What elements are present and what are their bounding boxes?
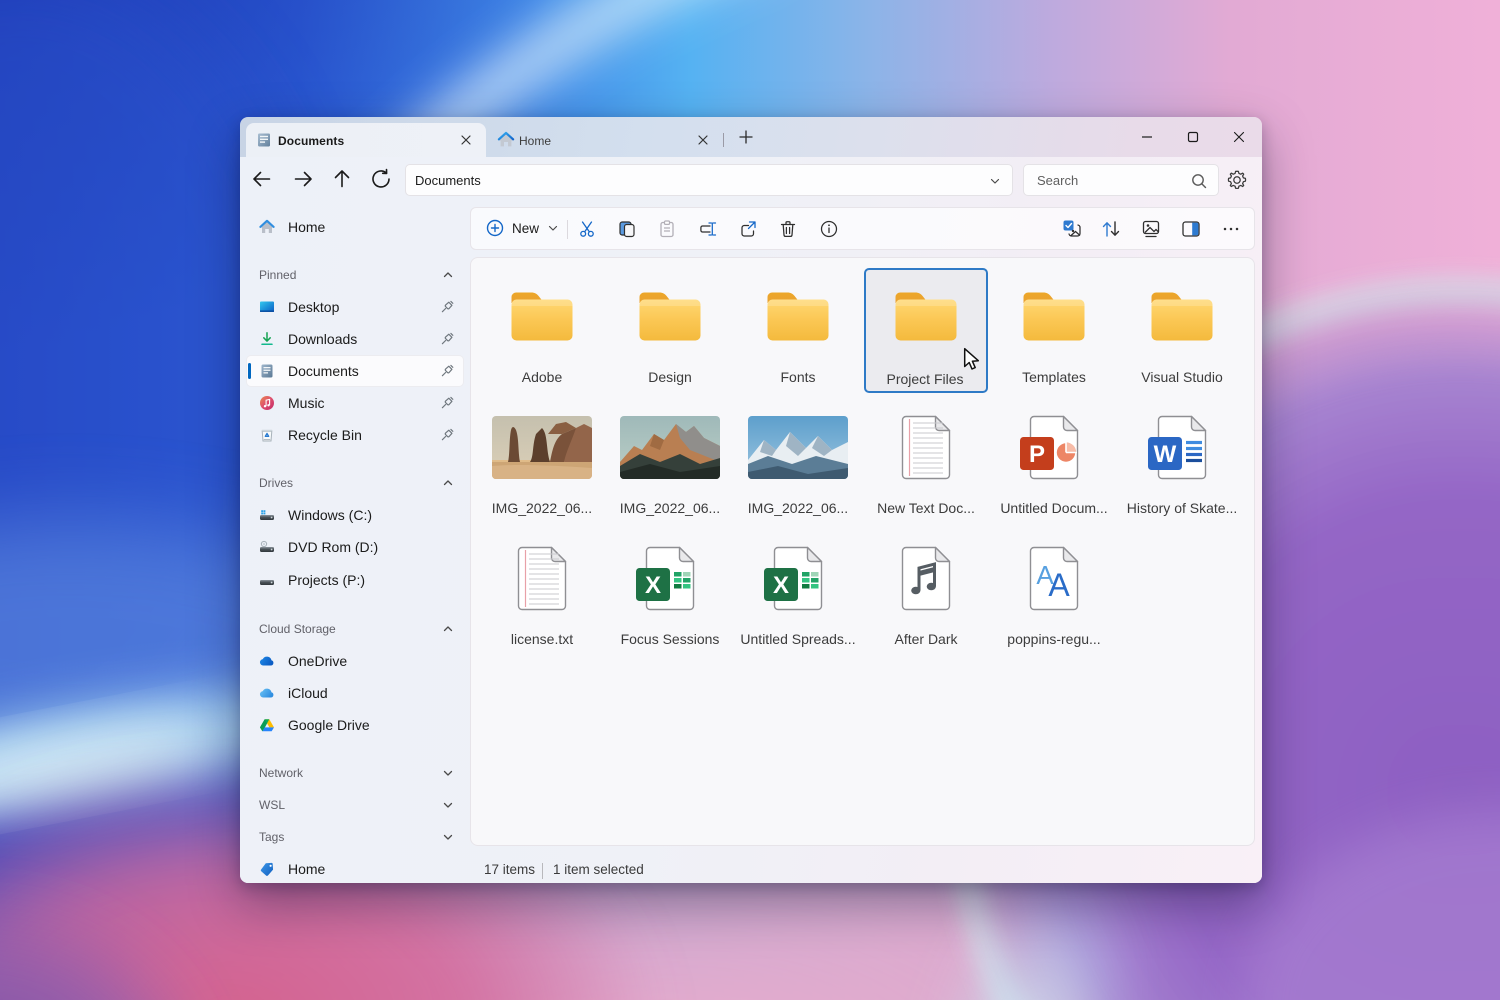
svg-text:X: X bbox=[645, 572, 661, 599]
svg-text:A: A bbox=[1048, 567, 1070, 603]
svg-text:P: P bbox=[1029, 441, 1045, 468]
svg-text:W: W bbox=[1154, 441, 1177, 468]
svg-text:X: X bbox=[773, 572, 789, 599]
